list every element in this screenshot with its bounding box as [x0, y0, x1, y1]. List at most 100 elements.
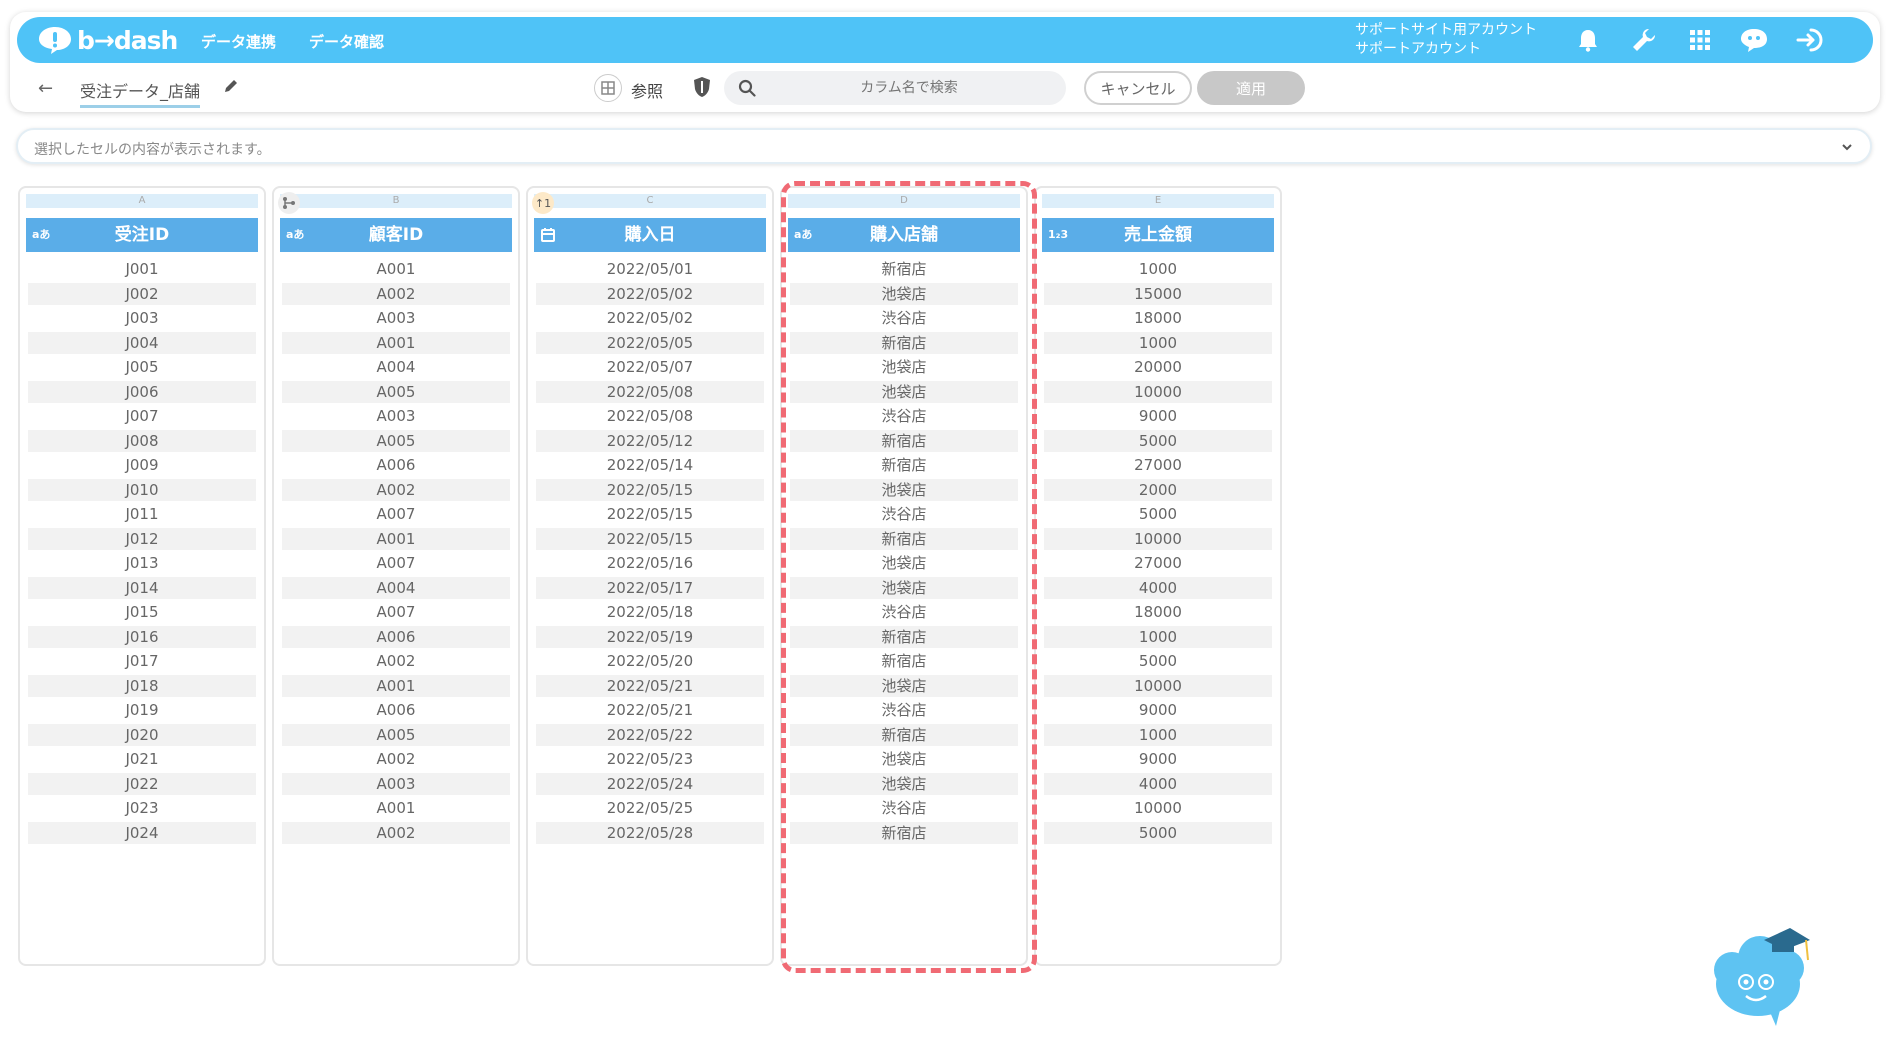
table-cell[interactable]: J013 — [28, 552, 256, 574]
table-cell[interactable]: J001 — [28, 258, 256, 280]
table-cell[interactable]: 18000 — [1044, 601, 1272, 623]
table-cell[interactable]: J019 — [28, 699, 256, 721]
table-cell[interactable]: 5000 — [1044, 503, 1272, 525]
nav-link-data-check[interactable]: データ確認 — [309, 31, 384, 52]
column-letter[interactable]: E — [1042, 194, 1274, 208]
table-cell[interactable]: A007 — [282, 552, 510, 574]
reference-button[interactable]: 参照 — [631, 78, 663, 102]
bell-icon[interactable] — [1573, 25, 1603, 55]
table-cell[interactable]: 池袋店 — [790, 356, 1018, 378]
table-cell[interactable]: 新宿店 — [790, 821, 1018, 844]
table-cell[interactable]: 5000 — [1044, 650, 1272, 672]
wrench-icon[interactable] — [1629, 25, 1659, 55]
table-cell[interactable]: 2022/05/23 — [536, 748, 764, 770]
table-cell[interactable]: J006 — [28, 380, 256, 403]
table-cell[interactable]: A004 — [282, 576, 510, 599]
table-cell[interactable]: 新宿店 — [790, 723, 1018, 746]
table-cell[interactable]: J009 — [28, 454, 256, 476]
table-cell[interactable]: 5000 — [1044, 821, 1272, 844]
table-cell[interactable]: 1000 — [1044, 258, 1272, 280]
column-letter[interactable]: C — [534, 194, 766, 208]
table-cell[interactable]: 新宿店 — [790, 527, 1018, 550]
table-cell[interactable]: 9000 — [1044, 405, 1272, 427]
table-cell[interactable]: A007 — [282, 601, 510, 623]
table-cell[interactable]: A001 — [282, 527, 510, 550]
table-cell[interactable]: 2022/05/24 — [536, 772, 764, 795]
table-cell[interactable]: 渋谷店 — [790, 405, 1018, 427]
table-cell[interactable]: 渋谷店 — [790, 699, 1018, 721]
apps-grid-icon[interactable] — [1685, 25, 1715, 55]
table-cell[interactable]: 2022/05/12 — [536, 429, 764, 452]
key-relation-icon[interactable] — [278, 192, 300, 214]
table-cell[interactable]: 1000 — [1044, 331, 1272, 354]
table-cell[interactable]: 池袋店 — [790, 282, 1018, 305]
table-cell[interactable]: 2022/05/21 — [536, 674, 764, 697]
table-cell[interactable]: J005 — [28, 356, 256, 378]
column-header-sales-amount[interactable]: 1₂3 売上金額 — [1042, 218, 1274, 252]
cancel-button[interactable]: キャンセル — [1084, 71, 1192, 105]
table-cell[interactable]: 2022/05/22 — [536, 723, 764, 746]
table-cell[interactable]: A001 — [282, 674, 510, 697]
table-cell[interactable]: 新宿店 — [790, 454, 1018, 476]
table-cell[interactable]: J007 — [28, 405, 256, 427]
column-header-purchase-store[interactable]: aあ 購入店舗 — [788, 218, 1020, 252]
table-cell[interactable]: 2022/05/25 — [536, 797, 764, 819]
table-cell[interactable]: 2022/05/16 — [536, 552, 764, 574]
table-cell[interactable]: A006 — [282, 699, 510, 721]
table-cell[interactable]: 新宿店 — [790, 331, 1018, 354]
table-cell[interactable]: 10000 — [1044, 797, 1272, 819]
nav-link-data-integration[interactable]: データ連携 — [201, 31, 276, 52]
table-cell[interactable]: 27000 — [1044, 552, 1272, 574]
table-cell[interactable]: 2022/05/02 — [536, 282, 764, 305]
column-header-order-id[interactable]: aあ 受注ID — [26, 218, 258, 252]
table-cell[interactable]: A003 — [282, 405, 510, 427]
table-cell[interactable]: 2022/05/15 — [536, 503, 764, 525]
table-cell[interactable]: 2022/05/28 — [536, 821, 764, 844]
table-cell[interactable]: A002 — [282, 821, 510, 844]
column-letter[interactable]: A — [26, 194, 258, 208]
table-cell[interactable]: 渋谷店 — [790, 307, 1018, 329]
table-cell[interactable]: J004 — [28, 331, 256, 354]
table-cell[interactable]: 2022/05/20 — [536, 650, 764, 672]
table-cell[interactable]: A005 — [282, 380, 510, 403]
table-cell[interactable]: 10000 — [1044, 674, 1272, 697]
sort-badge[interactable]: ↑1 — [532, 192, 554, 214]
table-cell[interactable]: J021 — [28, 748, 256, 770]
table-cell[interactable]: 池袋店 — [790, 552, 1018, 574]
table-cell[interactable]: 新宿店 — [790, 258, 1018, 280]
table-cell[interactable]: 2022/05/08 — [536, 405, 764, 427]
column-letter[interactable]: B — [280, 194, 512, 208]
table-cell[interactable]: 渋谷店 — [790, 601, 1018, 623]
table-cell[interactable]: 2022/05/02 — [536, 307, 764, 329]
table-cell[interactable]: 2022/05/01 — [536, 258, 764, 280]
table-cell[interactable]: 2022/05/14 — [536, 454, 764, 476]
table-cell[interactable]: 渋谷店 — [790, 797, 1018, 819]
logout-icon[interactable] — [1795, 25, 1825, 55]
column-letter[interactable]: D — [788, 194, 1020, 208]
table-cell[interactable]: 2022/05/18 — [536, 601, 764, 623]
table-cell[interactable]: 4000 — [1044, 576, 1272, 599]
table-view-button[interactable] — [594, 74, 622, 102]
table-cell[interactable]: 池袋店 — [790, 772, 1018, 795]
table-cell[interactable]: A002 — [282, 282, 510, 305]
cell-content-bar[interactable]: 選択したセルの内容が表示されます。 — [16, 128, 1872, 164]
table-cell[interactable]: J023 — [28, 797, 256, 819]
table-cell[interactable]: 9000 — [1044, 699, 1272, 721]
table-cell[interactable]: J024 — [28, 821, 256, 844]
shield-icon[interactable] — [693, 76, 711, 102]
table-cell[interactable]: 新宿店 — [790, 625, 1018, 648]
logo[interactable]: b→dash — [37, 25, 178, 55]
table-cell[interactable]: 2000 — [1044, 478, 1272, 501]
table-cell[interactable]: 18000 — [1044, 307, 1272, 329]
mascot-assistant[interactable] — [1710, 926, 1820, 1030]
table-cell[interactable]: J010 — [28, 478, 256, 501]
chat-bot-icon[interactable] — [1739, 25, 1769, 55]
table-cell[interactable]: J022 — [28, 772, 256, 795]
table-cell[interactable]: J012 — [28, 527, 256, 550]
table-cell[interactable]: J002 — [28, 282, 256, 305]
table-cell[interactable]: A005 — [282, 723, 510, 746]
table-cell[interactable]: 10000 — [1044, 527, 1272, 550]
account-info[interactable]: サポートサイト用アカウント サポートアカウント — [1355, 21, 1537, 59]
table-cell[interactable]: 新宿店 — [790, 650, 1018, 672]
table-cell[interactable]: 渋谷店 — [790, 503, 1018, 525]
